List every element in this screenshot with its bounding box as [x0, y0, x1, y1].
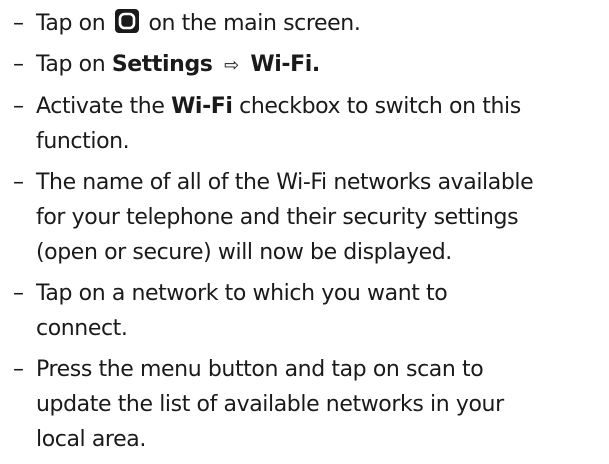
- bullet-dash: –: [13, 11, 24, 36]
- step-6: – Press the menu button and tap on scan …: [13, 352, 599, 457]
- step-1-suffix: on the main screen.: [148, 11, 361, 36]
- step-4-line-2: for your telephone and their security se…: [36, 205, 519, 230]
- home-button-icon: [114, 9, 139, 33]
- arrow-right-icon: ⇨: [224, 55, 239, 76]
- bullet-dash: –: [13, 94, 24, 119]
- instruction-document: – Tap on on the main screen. – Tap on Se…: [0, 0, 609, 464]
- step-3: – Activate the Wi-Fi checkbox to switch …: [13, 89, 599, 159]
- step-6-line-3: local area.: [36, 427, 146, 452]
- settings-label: Settings: [111, 52, 213, 77]
- step-6-line-1: Press the menu button and tap on scan to: [36, 357, 484, 382]
- step-3-suffix: checkbox to switch on this: [239, 94, 521, 119]
- step-5: – Tap on a network to which you want to …: [13, 276, 599, 346]
- step-4-line-1: The name of all of the Wi-Fi networks av…: [36, 170, 534, 195]
- bullet-dash: –: [13, 170, 24, 195]
- step-2: – Tap on Settings ⇨ Wi-Fi.: [13, 47, 599, 83]
- step-list: – Tap on on the main screen. – Tap on Se…: [13, 6, 599, 457]
- step-3-prefix: Activate the: [36, 94, 165, 119]
- step-3-line-2: function.: [36, 129, 130, 154]
- step-4: – The name of all of the Wi-Fi networks …: [13, 165, 599, 270]
- step-1-prefix: Tap on: [36, 11, 106, 36]
- step-6-line-2: update the list of available networks in…: [36, 392, 504, 417]
- step-4-line-3: (open or secure) will now be displayed.: [36, 240, 452, 265]
- wifi-checkbox-label: Wi-Fi: [171, 94, 233, 119]
- bullet-dash: –: [13, 52, 24, 77]
- wifi-label: Wi-Fi.: [250, 52, 320, 77]
- step-1: – Tap on on the main screen.: [13, 6, 599, 41]
- bullet-dash: –: [13, 357, 24, 382]
- bullet-dash: –: [13, 281, 24, 306]
- step-2-prefix: Tap on: [36, 52, 106, 77]
- step-5-line-1: Tap on a network to which you want to: [36, 281, 448, 306]
- step-5-line-2: connect.: [36, 316, 128, 341]
